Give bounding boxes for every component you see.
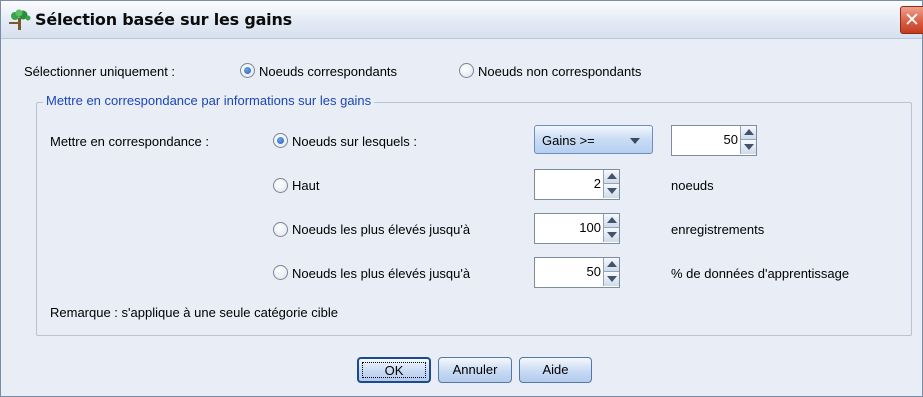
radio-matching-nodes[interactable] — [240, 63, 255, 78]
percent-unit: % de données d'apprentissage — [671, 266, 850, 281]
gains-operator-value: Gains >= — [542, 133, 595, 148]
tree-icon — [9, 9, 31, 30]
top-nodes-value: 2 — [593, 176, 601, 191]
spin-up-button[interactable] — [603, 214, 619, 228]
gains-value: 50 — [723, 132, 738, 147]
close-button[interactable]: ✕ — [900, 6, 923, 34]
spin-down-button[interactable] — [740, 140, 756, 154]
select-only-label: Sélectionner uniquement : — [24, 64, 176, 79]
radio-nodes-where[interactable] — [273, 133, 288, 148]
radio-top-label: Haut — [292, 178, 320, 193]
note-text: Remarque : s'applique à une seule catégo… — [50, 305, 338, 320]
top-nodes-unit: noeuds — [671, 178, 714, 193]
gains-value-spinner[interactable]: 50 — [671, 125, 757, 156]
radio-nonmatching-nodes-label: Noeuds non correspondants — [478, 64, 642, 79]
title-bar[interactable]: Sélection basée sur les gains ✕ — [1, 1, 923, 39]
focus-ring — [362, 362, 426, 378]
cancel-button-label: Annuler — [452, 362, 498, 377]
records-spinner[interactable]: 100 — [534, 213, 620, 244]
records-unit: enregistrements — [671, 222, 765, 237]
radio-top-records[interactable] — [273, 222, 288, 237]
dialog-title: Sélection basée sur les gains — [35, 10, 292, 29]
records-value: 100 — [579, 220, 601, 235]
spin-up-button[interactable] — [603, 258, 619, 272]
top-nodes-spinner[interactable]: 2 — [534, 169, 620, 200]
help-button[interactable]: Aide — [519, 357, 592, 383]
spin-up-button[interactable] — [603, 170, 619, 184]
radio-top-percent-label: Noeuds les plus élevés jusqu'à — [292, 266, 471, 281]
radio-matching-nodes-label: Noeuds correspondants — [259, 64, 398, 79]
radio-nodes-where-label: Noeuds sur lesquels : — [292, 134, 418, 149]
spin-down-button[interactable] — [603, 228, 619, 242]
percent-value: 50 — [586, 264, 601, 279]
chevron-down-icon — [630, 138, 640, 144]
match-label: Mettre en correspondance : — [50, 134, 209, 149]
cancel-button[interactable]: Annuler — [438, 357, 512, 383]
spin-down-button[interactable] — [603, 184, 619, 198]
radio-nonmatching-nodes[interactable] — [459, 63, 474, 78]
dialog-window: Sélection basée sur les gains ✕ Sélectio… — [0, 0, 923, 397]
radio-top[interactable] — [273, 178, 288, 193]
spin-down-button[interactable] — [603, 272, 619, 286]
spin-up-button[interactable] — [740, 126, 756, 140]
radio-top-records-label: Noeuds les plus élevés jusqu'à — [292, 222, 471, 237]
groupbox-legend: Mettre en correspondance par information… — [43, 93, 375, 108]
percent-spinner[interactable]: 50 — [534, 257, 620, 288]
help-button-label: Aide — [542, 362, 569, 377]
ok-button[interactable]: OK — [357, 357, 431, 383]
gains-operator-select[interactable]: Gains >= — [534, 125, 653, 154]
radio-top-percent[interactable] — [273, 265, 288, 280]
close-icon: ✕ — [904, 9, 920, 31]
